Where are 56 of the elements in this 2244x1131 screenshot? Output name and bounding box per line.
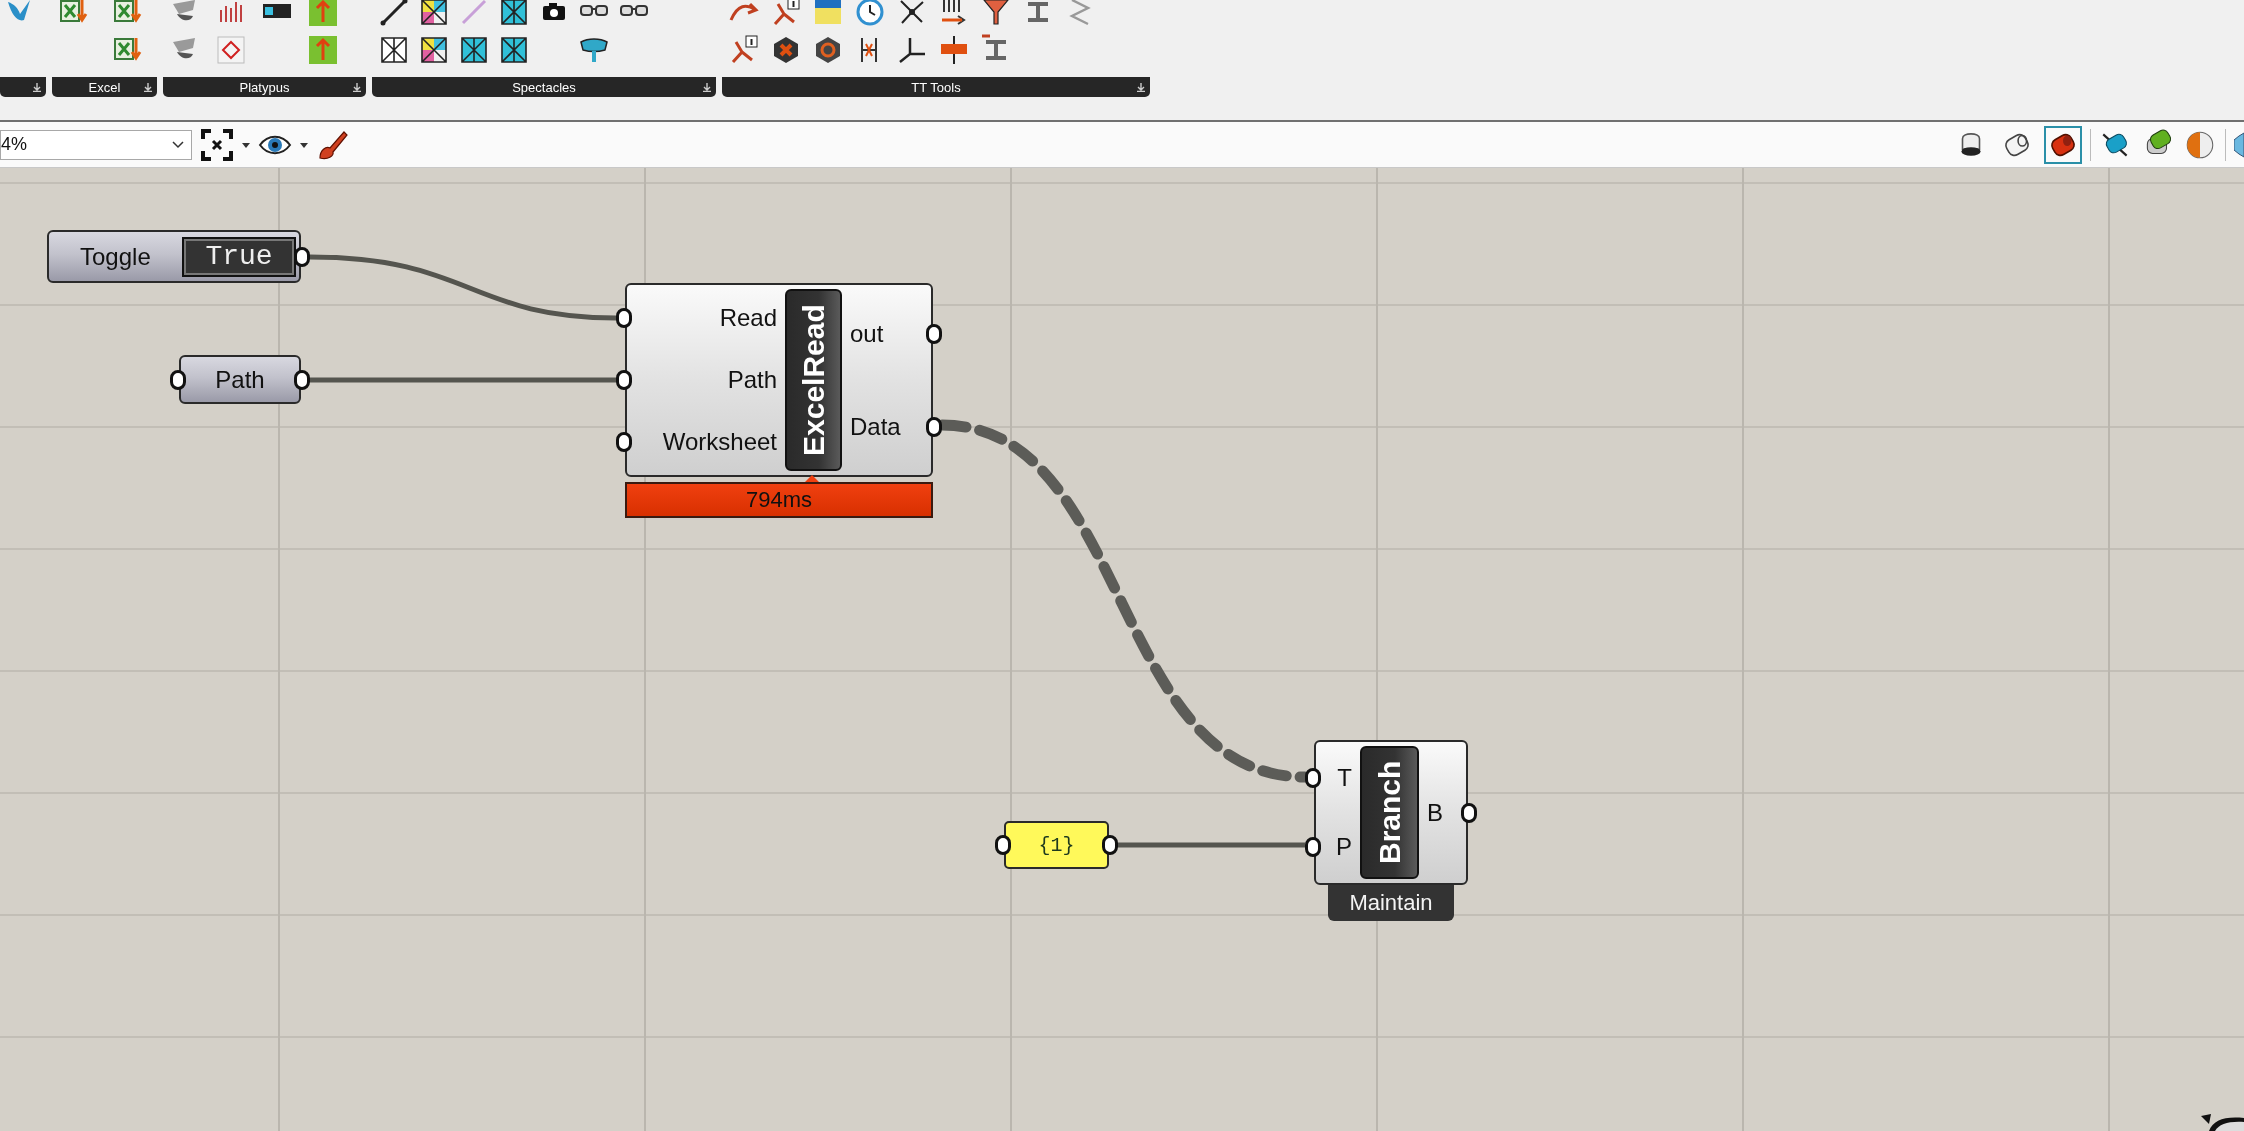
panel-text: {1}: [1038, 833, 1075, 857]
input-port[interactable]: [995, 835, 1011, 855]
output-port[interactable]: [294, 246, 310, 267]
zoom-extents-icon[interactable]: [200, 127, 234, 162]
component-tag: Maintain: [1328, 885, 1454, 921]
mesh-icon[interactable]: [498, 0, 530, 28]
mesh-icon[interactable]: [418, 34, 450, 66]
input-label: Worksheet: [662, 428, 777, 456]
group-label: Excel: [88, 79, 121, 95]
expand-arrow-icon[interactable]: [32, 82, 42, 92]
output-port[interactable]: [1461, 802, 1477, 823]
zoom-combo[interactable]: 4%: [0, 129, 192, 160]
output-port[interactable]: [926, 416, 942, 437]
group-label: Spectacles: [512, 79, 576, 95]
caret-icon[interactable]: [242, 140, 250, 149]
component-name: ExcelRead: [785, 289, 842, 471]
output-label: Data: [850, 412, 901, 441]
output-port[interactable]: [294, 369, 310, 390]
input-label: P: [1336, 832, 1352, 861]
line-icon[interactable]: [378, 0, 410, 28]
toggle-label: Toggle: [79, 242, 151, 271]
display-mode-button[interactable]: [2044, 125, 2082, 164]
parameter-node[interactable]: Path: [179, 355, 301, 404]
input-label: Read: [719, 304, 777, 332]
input-label: Path: [727, 366, 777, 394]
mesh-icon[interactable]: [458, 34, 490, 66]
expand-arrow-icon[interactable]: [352, 82, 362, 92]
figure-tile-icon[interactable]: [307, 34, 339, 66]
expand-arrow-icon[interactable]: [143, 82, 153, 92]
group-label: TT Tools: [911, 79, 961, 95]
toggle-node[interactable]: Toggle True: [47, 230, 301, 283]
figure-tile-icon[interactable]: [307, 0, 339, 28]
input-port[interactable]: [616, 370, 632, 390]
input-label: T: [1337, 764, 1352, 793]
clock-icon[interactable]: [854, 0, 886, 28]
expand-arrow-icon[interactable]: [702, 82, 712, 92]
caret-icon[interactable]: [300, 140, 308, 149]
input-port[interactable]: [170, 369, 186, 390]
output-port[interactable]: [926, 323, 942, 344]
mesh-icon[interactable]: [378, 34, 410, 66]
profiler-bar: 794ms: [625, 482, 933, 518]
input-port[interactable]: [616, 432, 632, 452]
group-label: Platypus: [239, 79, 290, 95]
output-label: out: [850, 319, 884, 348]
component-name: Branch: [1360, 746, 1419, 879]
mesh-icon[interactable]: [498, 34, 530, 66]
output-port[interactable]: [1102, 835, 1118, 855]
output-label: B: [1427, 798, 1443, 827]
toggle-value[interactable]: True: [182, 236, 296, 277]
input-port[interactable]: [1305, 768, 1321, 789]
mesh-icon[interactable]: [418, 0, 450, 28]
input-port[interactable]: [1305, 836, 1321, 857]
input-port[interactable]: [616, 308, 632, 328]
expand-arrow-icon[interactable]: [1136, 82, 1146, 92]
parameter-label: Path: [215, 365, 265, 394]
panel-node[interactable]: {1}: [1004, 821, 1109, 869]
